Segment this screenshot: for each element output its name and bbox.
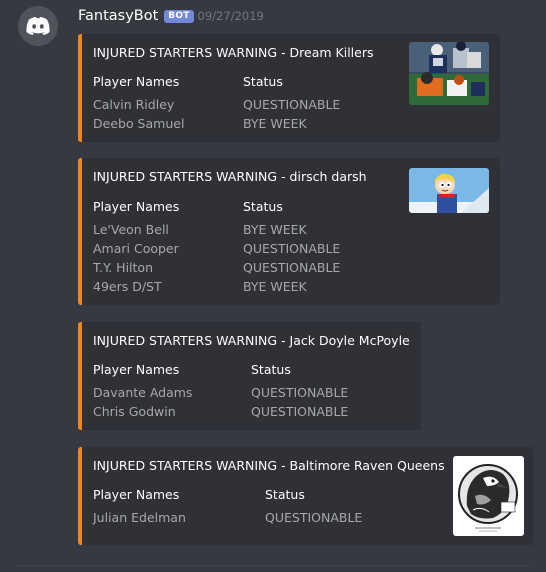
bot-tag: BOT [164,9,194,23]
status-header: Status [251,362,291,377]
player-status: BYE WEEK [243,116,307,131]
status-list: QUESTIONABLE QUESTIONABLE [251,383,348,421]
timestamp: 09/27/2019 [197,9,264,23]
player-status: BYE WEEK [243,222,307,237]
cartoon-character-image[interactable] [409,168,489,213]
player-status: QUESTIONABLE [265,510,363,525]
bot-avatar[interactable] [18,6,58,46]
raven-sketch-image[interactable] [453,456,524,536]
player-name: 49ers D/ST [93,279,162,294]
player-list: Le'Veon Bell Amari Cooper T.Y. Hilton 49… [93,220,179,296]
player-name: T.Y. Hilton [93,260,153,275]
embed-dirsch-darsh: INJURED STARTERS WARNING - dirsch darsh … [78,158,500,305]
player-list: Julian Edelman [93,508,186,527]
player-status: QUESTIONABLE [251,404,349,419]
status-header: Status [243,199,283,214]
player-status: QUESTIONABLE [243,97,341,112]
player-names-header: Player Names [93,199,180,214]
player-name: Julian Edelman [93,510,186,525]
bot-message: FantasyBot BOT 09/27/2019 INJURED STARTE… [0,0,546,572]
status-header: Status [265,487,305,502]
embed-title: INJURED STARTERS WARNING - Baltimore Rav… [93,458,445,473]
status-list: QUESTIONABLE [265,508,362,527]
embed-title: INJURED STARTERS WARNING - Jack Doyle Mc… [93,333,410,348]
status-list: QUESTIONABLE BYE WEEK [243,95,340,133]
discord-logo-icon [18,6,58,46]
embed-dream-killers: INJURED STARTERS WARNING - Dream Killers… [78,34,500,142]
player-status: QUESTIONABLE [243,241,341,256]
player-name: Chris Godwin [93,404,176,419]
player-list: Davante Adams Chris Godwin [93,383,192,421]
player-list: Calvin Ridley Deebo Samuel [93,95,184,133]
embed-jack-doyle-mcpoyle: INJURED STARTERS WARNING - Jack Doyle Mc… [78,322,421,430]
player-names-header: Player Names [93,362,180,377]
football-action-photo[interactable] [409,42,489,105]
message-divider [16,565,530,566]
status-list: BYE WEEK QUESTIONABLE QUESTIONABLE BYE W… [243,220,340,296]
embed-title: INJURED STARTERS WARNING - dirsch darsh [93,169,367,184]
embed-title: INJURED STARTERS WARNING - Dream Killers [93,45,374,60]
player-status: QUESTIONABLE [243,260,341,275]
player-names-header: Player Names [93,74,180,89]
player-names-header: Player Names [93,487,180,502]
embed-baltimore-raven-queens: INJURED STARTERS WARNING - Baltimore Rav… [78,447,534,545]
status-header: Status [243,74,283,89]
message-header: FantasyBot BOT 09/27/2019 [78,6,264,26]
player-status: QUESTIONABLE [251,385,349,400]
player-name: Le'Veon Bell [93,222,169,237]
username[interactable]: FantasyBot [78,8,158,24]
player-status: BYE WEEK [243,279,307,294]
player-name: Davante Adams [93,385,193,400]
player-name: Amari Cooper [93,241,179,256]
player-name: Deebo Samuel [93,116,185,131]
player-name: Calvin Ridley [93,97,175,112]
